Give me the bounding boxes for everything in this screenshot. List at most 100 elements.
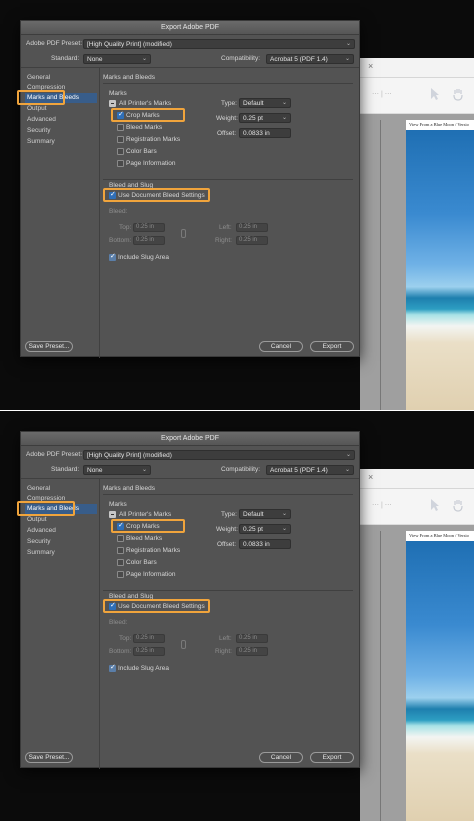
chevron-down-icon: ⌄ xyxy=(281,511,287,517)
hand-tool-icon[interactable] xyxy=(452,87,464,101)
standard-label: Standard: xyxy=(51,55,80,62)
sidebar-item-security[interactable]: Security xyxy=(25,537,97,547)
compatibility-dropdown[interactable]: Acrobat 5 (PDF 1.4) ⌄ xyxy=(266,465,354,475)
document-tab-bar: × xyxy=(360,469,474,489)
bleed-left-field[interactable]: 0.25 in xyxy=(236,634,268,643)
marks-group-label: Marks xyxy=(109,90,127,97)
bottom-label: Bottom: xyxy=(109,648,132,655)
divider xyxy=(21,67,359,68)
chain-link-icon[interactable] xyxy=(181,229,186,238)
bleed-marks-checkbox[interactable] xyxy=(117,124,124,131)
page-nav-placeholder: ⋯ | ⋯ xyxy=(372,91,392,98)
chevron-down-icon: ⌄ xyxy=(281,526,287,532)
offset-field[interactable]: 0.0833 in xyxy=(239,128,291,138)
bleed-bottom-field[interactable]: 0.25 in xyxy=(133,236,165,245)
standard-label: Standard: xyxy=(51,466,80,473)
bleed-top-field[interactable]: 0.25 in xyxy=(133,223,165,232)
bleed-marks-label: Bleed Marks xyxy=(126,124,163,131)
selection-arrow-icon[interactable] xyxy=(430,498,440,512)
registration-marks-checkbox[interactable] xyxy=(117,136,124,143)
bleed-right-field[interactable]: 0.25 in xyxy=(236,236,268,245)
right-label: Right: xyxy=(215,237,232,244)
offset-field[interactable]: 0.0833 in xyxy=(239,539,291,549)
beach-photo xyxy=(406,130,474,410)
color-bars-checkbox[interactable] xyxy=(117,148,124,155)
sidebar-item-general[interactable]: General xyxy=(25,73,97,83)
type-dropdown[interactable]: Default ⌄ xyxy=(239,509,291,519)
document-toolbar: ⋯ | ⋯ xyxy=(360,78,474,114)
color-bars-checkbox[interactable] xyxy=(117,559,124,566)
include-slug-checkbox[interactable] xyxy=(109,252,116,261)
bleed-left-field[interactable]: 0.25 in xyxy=(236,223,268,232)
bleed-right-field[interactable]: 0.25 in xyxy=(236,647,268,656)
standard-dropdown[interactable]: None ⌄ xyxy=(83,465,151,475)
section-heading: Marks and Bleeds xyxy=(103,74,156,81)
divider xyxy=(21,478,359,479)
bleed-top-value: 0.25 in xyxy=(136,224,155,230)
preset-value: [High Quality Print] (modified) xyxy=(87,452,172,459)
page-caption: View From a Blue Moon / Versio xyxy=(409,122,469,127)
divider xyxy=(103,590,353,591)
type-dropdown[interactable]: Default ⌄ xyxy=(239,98,291,108)
include-slug-checkbox[interactable] xyxy=(109,663,116,672)
page-information-checkbox[interactable] xyxy=(117,571,124,578)
page-information-label: Page Information xyxy=(126,571,176,578)
spread-edge xyxy=(380,120,381,410)
hand-tool-icon[interactable] xyxy=(452,498,464,512)
dialog-title: Export Adobe PDF xyxy=(161,435,219,442)
sidebar-highlight xyxy=(17,90,65,105)
dialog-titlebar[interactable]: Export Adobe PDF xyxy=(21,432,359,446)
bleed-left-value: 0.25 in xyxy=(239,224,258,230)
chevron-down-icon: ⌄ xyxy=(141,56,147,62)
sidebar-item-general[interactable]: General xyxy=(25,484,97,494)
sidebar-item-advanced[interactable]: Advanced xyxy=(25,526,97,536)
selection-arrow-icon[interactable] xyxy=(430,87,440,101)
weight-value: 0.25 pt xyxy=(243,115,263,122)
right-label: Right: xyxy=(215,648,232,655)
chain-link-icon[interactable] xyxy=(181,640,186,649)
bleed-bottom-field[interactable]: 0.25 in xyxy=(133,647,165,656)
bleed-marks-checkbox[interactable] xyxy=(117,535,124,542)
sidebar-item-summary[interactable]: Summary xyxy=(25,137,97,147)
dialog-titlebar[interactable]: Export Adobe PDF xyxy=(21,21,359,35)
sidebar-item-security[interactable]: Security xyxy=(25,126,97,136)
cancel-button[interactable]: Cancel xyxy=(259,752,303,763)
sidebar-item-output[interactable]: Output xyxy=(25,104,97,114)
compatibility-dropdown[interactable]: Acrobat 5 (PDF 1.4) ⌄ xyxy=(266,54,354,64)
sidebar-item-summary[interactable]: Summary xyxy=(25,548,97,558)
chevron-down-icon: ⌄ xyxy=(281,100,287,106)
close-tab-icon[interactable]: × xyxy=(368,472,373,482)
registration-marks-label: Registration Marks xyxy=(126,547,181,554)
screenshot-top: × ⋯ | ⋯ View From a Blue Moon / Versio E… xyxy=(0,0,474,410)
preset-value: [High Quality Print] (modified) xyxy=(87,41,172,48)
cancel-button[interactable]: Cancel xyxy=(259,341,303,352)
page-information-label: Page Information xyxy=(126,160,176,167)
registration-marks-checkbox[interactable] xyxy=(117,547,124,554)
type-value: Default xyxy=(243,511,264,518)
document-tab-bar: × xyxy=(360,58,474,78)
preset-dropdown[interactable]: [High Quality Print] (modified) ⌄ xyxy=(83,450,355,460)
bleed-top-field[interactable]: 0.25 in xyxy=(133,634,165,643)
preset-dropdown[interactable]: [High Quality Print] (modified) ⌄ xyxy=(83,39,355,49)
save-preset-button[interactable]: Save Preset... xyxy=(25,752,73,763)
close-tab-icon[interactable]: × xyxy=(368,61,373,71)
compatibility-value: Acrobat 5 (PDF 1.4) xyxy=(270,467,328,474)
weight-dropdown[interactable]: 0.25 pt ⌄ xyxy=(239,113,291,123)
sidebar-item-output[interactable]: Output xyxy=(25,515,97,525)
page-information-checkbox[interactable] xyxy=(117,160,124,167)
standard-dropdown[interactable]: None ⌄ xyxy=(83,54,151,64)
bleed-right-value: 0.25 in xyxy=(239,237,258,243)
bleed-left-value: 0.25 in xyxy=(239,635,258,641)
all-printers-marks-checkbox[interactable] xyxy=(109,511,116,518)
use-doc-bleed-highlight xyxy=(103,599,210,613)
export-button[interactable]: Export xyxy=(310,752,354,763)
export-button[interactable]: Export xyxy=(310,341,354,352)
sidebar-item-advanced[interactable]: Advanced xyxy=(25,115,97,125)
weight-dropdown[interactable]: 0.25 pt ⌄ xyxy=(239,524,291,534)
save-preset-button[interactable]: Save Preset... xyxy=(25,341,73,352)
bleed-bottom-value: 0.25 in xyxy=(136,648,155,654)
document-toolbar: ⋯ | ⋯ xyxy=(360,489,474,525)
bottom-label: Bottom: xyxy=(109,237,132,244)
include-slug-label: Include Slug Area xyxy=(118,254,169,261)
all-printers-marks-checkbox[interactable] xyxy=(109,100,116,107)
